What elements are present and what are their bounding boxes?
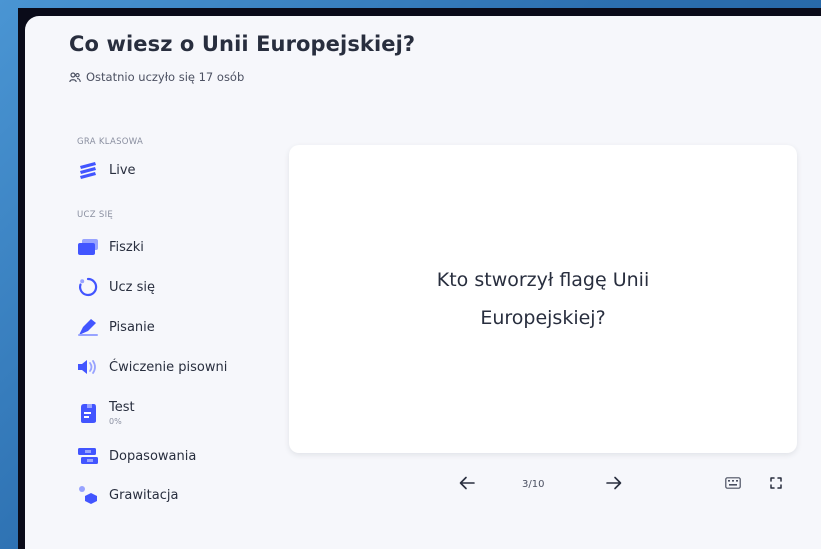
sidebar-item-flashcards[interactable]: Fiszki	[77, 234, 144, 260]
sidebar-item-label: Dopasowania	[109, 448, 197, 464]
page-title: Co wiesz o Unii Europejskiej?	[69, 32, 416, 56]
recent-learners: Ostatnio uczyło się 17 osób	[69, 70, 244, 84]
sidebar-item-learn[interactable]: Ucz się	[77, 274, 155, 300]
sidebar-item-label: Ćwiczenie pisowni	[109, 359, 228, 375]
sidebar-item-label: Live	[109, 162, 136, 178]
gravity-icon	[77, 484, 99, 506]
study-set-page: Co wiesz o Unii Europejskiej? Ostatnio u…	[25, 16, 821, 549]
sidebar-item-spelling[interactable]: Ćwiczenie pisowni	[77, 354, 227, 380]
fullscreen-button[interactable]	[766, 473, 786, 493]
learn-icon	[77, 276, 99, 298]
sidebar-item-match[interactable]: Dopasowania	[77, 443, 196, 469]
sidebar-item-label: Pisanie	[109, 319, 155, 335]
sidebar-item-gravity[interactable]: Grawitacja	[77, 482, 178, 508]
card-counter: 3/10	[522, 479, 545, 490]
recent-learners-text: Ostatnio uczyło się 17 osób	[86, 70, 245, 84]
fullscreen-icon	[770, 477, 782, 489]
keyboard-shortcuts-button[interactable]	[723, 473, 743, 493]
sidebar-item-label: Ucz się	[109, 279, 156, 295]
keyboard-icon	[725, 477, 741, 489]
sidebar-item-write[interactable]: Pisanie	[77, 314, 155, 340]
test-icon	[77, 402, 99, 424]
flashcard[interactable]: Kto stworzył flagę Unii Europejskiej?	[289, 145, 797, 453]
next-card-button[interactable]	[604, 473, 624, 493]
flashcards-icon	[77, 236, 99, 258]
write-icon	[77, 316, 99, 338]
arrow-left-icon	[459, 476, 475, 490]
sidebar-item-test[interactable]: Test 0%	[77, 397, 135, 429]
sidebar-item-label: Grawitacja	[109, 487, 179, 503]
arrow-right-icon	[606, 476, 622, 490]
section-label-learn: UCZ SIĘ	[77, 210, 114, 220]
sidebar-item-label: Test	[109, 400, 135, 415]
spell-icon	[77, 356, 99, 378]
sidebar-item-label: Fiszki	[109, 239, 144, 255]
users-icon	[69, 71, 81, 82]
match-icon	[77, 445, 99, 467]
prev-card-button[interactable]	[457, 473, 477, 493]
sidebar-item-live[interactable]: Live	[77, 157, 136, 183]
live-icon	[77, 159, 99, 181]
test-progress: 0%	[109, 417, 122, 426]
section-label-class-game: GRA KLASOWA	[77, 137, 144, 147]
flashcard-term: Kto stworzył flagę Unii Europejskiej?	[436, 269, 650, 329]
